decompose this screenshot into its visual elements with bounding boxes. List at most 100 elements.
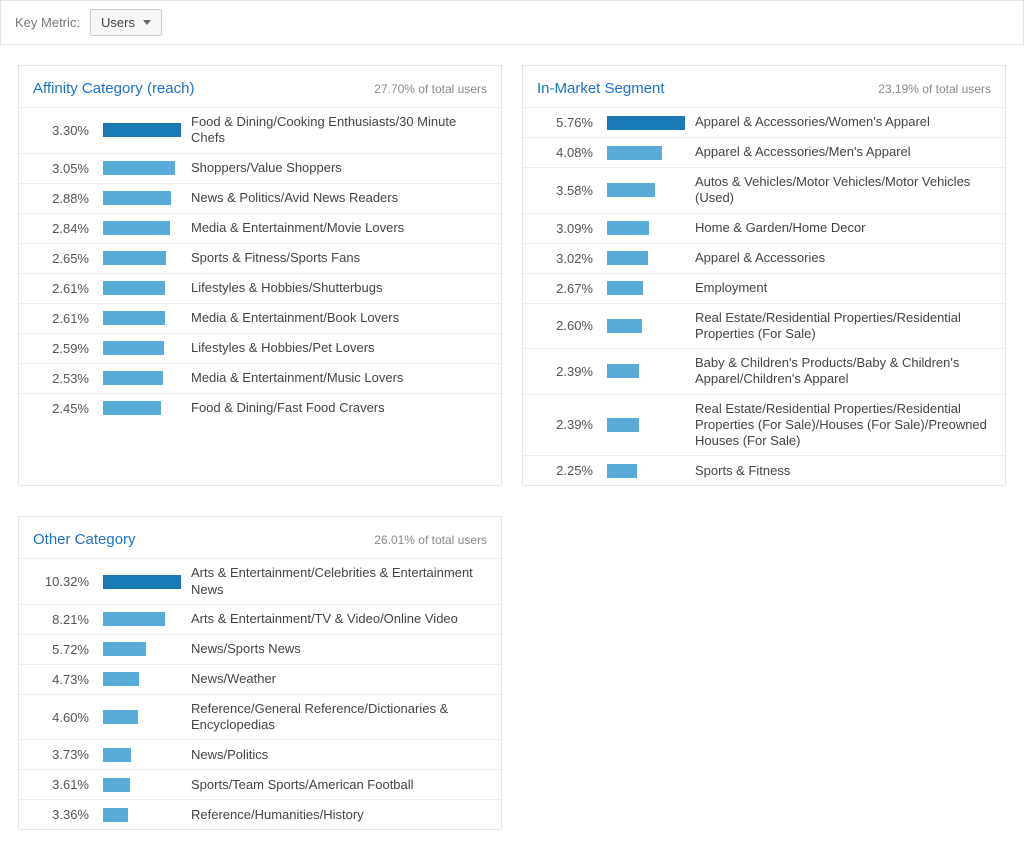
table-row[interactable]: 2.84%Media & Entertainment/Movie Lovers xyxy=(19,213,501,243)
row-bar-cell xyxy=(103,612,187,626)
row-percent: 3.61% xyxy=(23,777,103,792)
table-row[interactable]: 5.76%Apparel & Accessories/Women's Appar… xyxy=(523,107,1005,137)
bar-icon xyxy=(607,281,643,295)
panel-subtitle: 26.01% of total users xyxy=(374,533,487,547)
table-row[interactable]: 3.30%Food & Dining/Cooking Enthusiasts/3… xyxy=(19,107,501,153)
row-percent: 5.72% xyxy=(23,642,103,657)
row-bar-cell xyxy=(103,311,187,325)
panel-title[interactable]: Other Category xyxy=(33,531,136,548)
table-row[interactable]: 8.21%Arts & Entertainment/TV & Video/Onl… xyxy=(19,604,501,634)
panel-subtitle: 23.19% of total users xyxy=(878,82,991,96)
row-bar-cell xyxy=(607,116,691,130)
row-bar-cell xyxy=(103,251,187,265)
table-row[interactable]: 2.88%News & Politics/Avid News Readers xyxy=(19,183,501,213)
bar-icon xyxy=(103,748,131,762)
inmarket-rows: 5.76%Apparel & Accessories/Women's Appar… xyxy=(523,107,1005,485)
key-metric-label: Key Metric: xyxy=(15,15,80,30)
table-row[interactable]: 10.32%Arts & Entertainment/Celebrities &… xyxy=(19,558,501,604)
key-metric-value: Users xyxy=(101,15,135,30)
table-row[interactable]: 2.53% Media & Entertainment/Music Lovers xyxy=(19,363,501,393)
row-percent: 2.65% xyxy=(23,251,103,266)
row-bar-cell xyxy=(607,221,691,235)
table-row[interactable]: 2.39% Real Estate/Residential Properties/… xyxy=(523,394,1005,456)
bar-icon xyxy=(103,341,164,355)
row-bar-cell xyxy=(103,672,187,686)
table-row[interactable]: 2.61%Lifestyles & Hobbies/Shutterbugs xyxy=(19,273,501,303)
row-label: Shoppers/Value Shoppers xyxy=(187,160,491,176)
table-row[interactable]: 4.08%Apparel & Accessories/Men's Apparel xyxy=(523,137,1005,167)
row-label: Sports & Fitness xyxy=(691,463,995,479)
row-bar-cell xyxy=(607,319,691,333)
table-row[interactable]: 5.72% News/Sports News xyxy=(19,634,501,664)
table-row[interactable]: 4.60% Reference/General Reference/Diction… xyxy=(19,694,501,740)
table-row[interactable]: 3.36%Reference/Humanities/History xyxy=(19,799,501,829)
table-row[interactable]: 2.60%Real Estate/Residential Properties/… xyxy=(523,303,1005,349)
panel-title[interactable]: In-Market Segment xyxy=(537,80,665,97)
table-row[interactable]: 3.61% Sports/Team Sports/American Footbal… xyxy=(19,769,501,799)
table-row[interactable]: 3.02%Apparel & Accessories xyxy=(523,243,1005,273)
row-label: Sports/Team Sports/American Football xyxy=(187,777,491,793)
bar-icon xyxy=(103,401,161,415)
row-percent: 3.30% xyxy=(23,123,103,138)
row-label: Food & Dining/Fast Food Cravers xyxy=(187,400,491,416)
row-bar-cell xyxy=(607,364,691,378)
bar-icon xyxy=(607,251,648,265)
panel-header: Other Category 26.01% of total users xyxy=(19,517,501,558)
table-row[interactable]: 2.67%Employment xyxy=(523,273,1005,303)
table-row[interactable]: 3.73%News/Politics xyxy=(19,739,501,769)
bar-icon xyxy=(103,251,166,265)
row-bar-cell xyxy=(103,371,187,385)
row-bar-cell xyxy=(607,464,691,478)
bar-icon xyxy=(607,116,685,130)
bar-icon xyxy=(103,575,181,589)
row-label: News/Sports News xyxy=(187,641,491,657)
affinity-rows: 3.30%Food & Dining/Cooking Enthusiasts/3… xyxy=(19,107,501,423)
bar-icon xyxy=(103,161,175,175)
panel-title[interactable]: Affinity Category (reach) xyxy=(33,80,194,97)
row-label: Autos & Vehicles/Motor Vehicles/Motor Ve… xyxy=(691,174,995,207)
table-row[interactable]: 2.65% Sports & Fitness/Sports Fans xyxy=(19,243,501,273)
row-label: Media & Entertainment/Book Lovers xyxy=(187,310,491,326)
row-percent: 2.67% xyxy=(527,281,607,296)
caret-down-icon xyxy=(143,20,151,25)
panel-subtitle: 27.70% of total users xyxy=(374,82,487,96)
row-percent: 2.61% xyxy=(23,311,103,326)
table-row[interactable]: 3.58%Autos & Vehicles/Motor Vehicles/Mot… xyxy=(523,167,1005,213)
table-row[interactable]: 4.73%News/Weather xyxy=(19,664,501,694)
bar-icon xyxy=(103,778,130,792)
row-label: Sports & Fitness/Sports Fans xyxy=(187,250,491,266)
table-row[interactable]: 2.61% Media & Entertainment/Book Lovers xyxy=(19,303,501,333)
bar-icon xyxy=(607,364,639,378)
row-bar-cell xyxy=(103,748,187,762)
inmarket-panel: In-Market Segment 23.19% of total users … xyxy=(522,65,1006,486)
row-percent: 2.53% xyxy=(23,371,103,386)
row-percent: 2.59% xyxy=(23,341,103,356)
topbar: Key Metric: Users xyxy=(0,0,1024,45)
row-percent: 3.73% xyxy=(23,747,103,762)
row-bar-cell xyxy=(103,401,187,415)
row-bar-cell xyxy=(607,418,691,432)
row-label: Lifestyles & Hobbies/Shutterbugs xyxy=(187,280,491,296)
table-row[interactable]: 2.25%Sports & Fitness xyxy=(523,455,1005,485)
row-percent: 4.73% xyxy=(23,672,103,687)
row-percent: 4.60% xyxy=(23,710,103,725)
row-label: Reference/General Reference/Dictionaries… xyxy=(187,701,491,734)
table-row[interactable]: 2.39%Baby & Children's Products/Baby & C… xyxy=(523,348,1005,394)
key-metric-dropdown[interactable]: Users xyxy=(90,9,162,36)
table-row[interactable]: 3.05%Shoppers/Value Shoppers xyxy=(19,153,501,183)
row-label: Lifestyles & Hobbies/Pet Lovers xyxy=(187,340,491,356)
row-label: Media & Entertainment/Music Lovers xyxy=(187,370,491,386)
row-percent: 2.39% xyxy=(527,417,607,432)
row-percent: 2.84% xyxy=(23,221,103,236)
row-label: Arts & Entertainment/Celebrities & Enter… xyxy=(187,565,491,598)
table-row[interactable]: 2.45% Food & Dining/Fast Food Cravers xyxy=(19,393,501,423)
bar-icon xyxy=(103,642,146,656)
row-bar-cell xyxy=(607,251,691,265)
bar-icon xyxy=(103,311,165,325)
row-bar-cell xyxy=(103,341,187,355)
row-label: Real Estate/Residential Properties/Resid… xyxy=(691,401,995,450)
table-row[interactable]: 3.09%Home & Garden/Home Decor xyxy=(523,213,1005,243)
row-bar-cell xyxy=(103,161,187,175)
table-row[interactable]: 2.59% Lifestyles & Hobbies/Pet Lovers xyxy=(19,333,501,363)
row-percent: 2.45% xyxy=(23,401,103,416)
